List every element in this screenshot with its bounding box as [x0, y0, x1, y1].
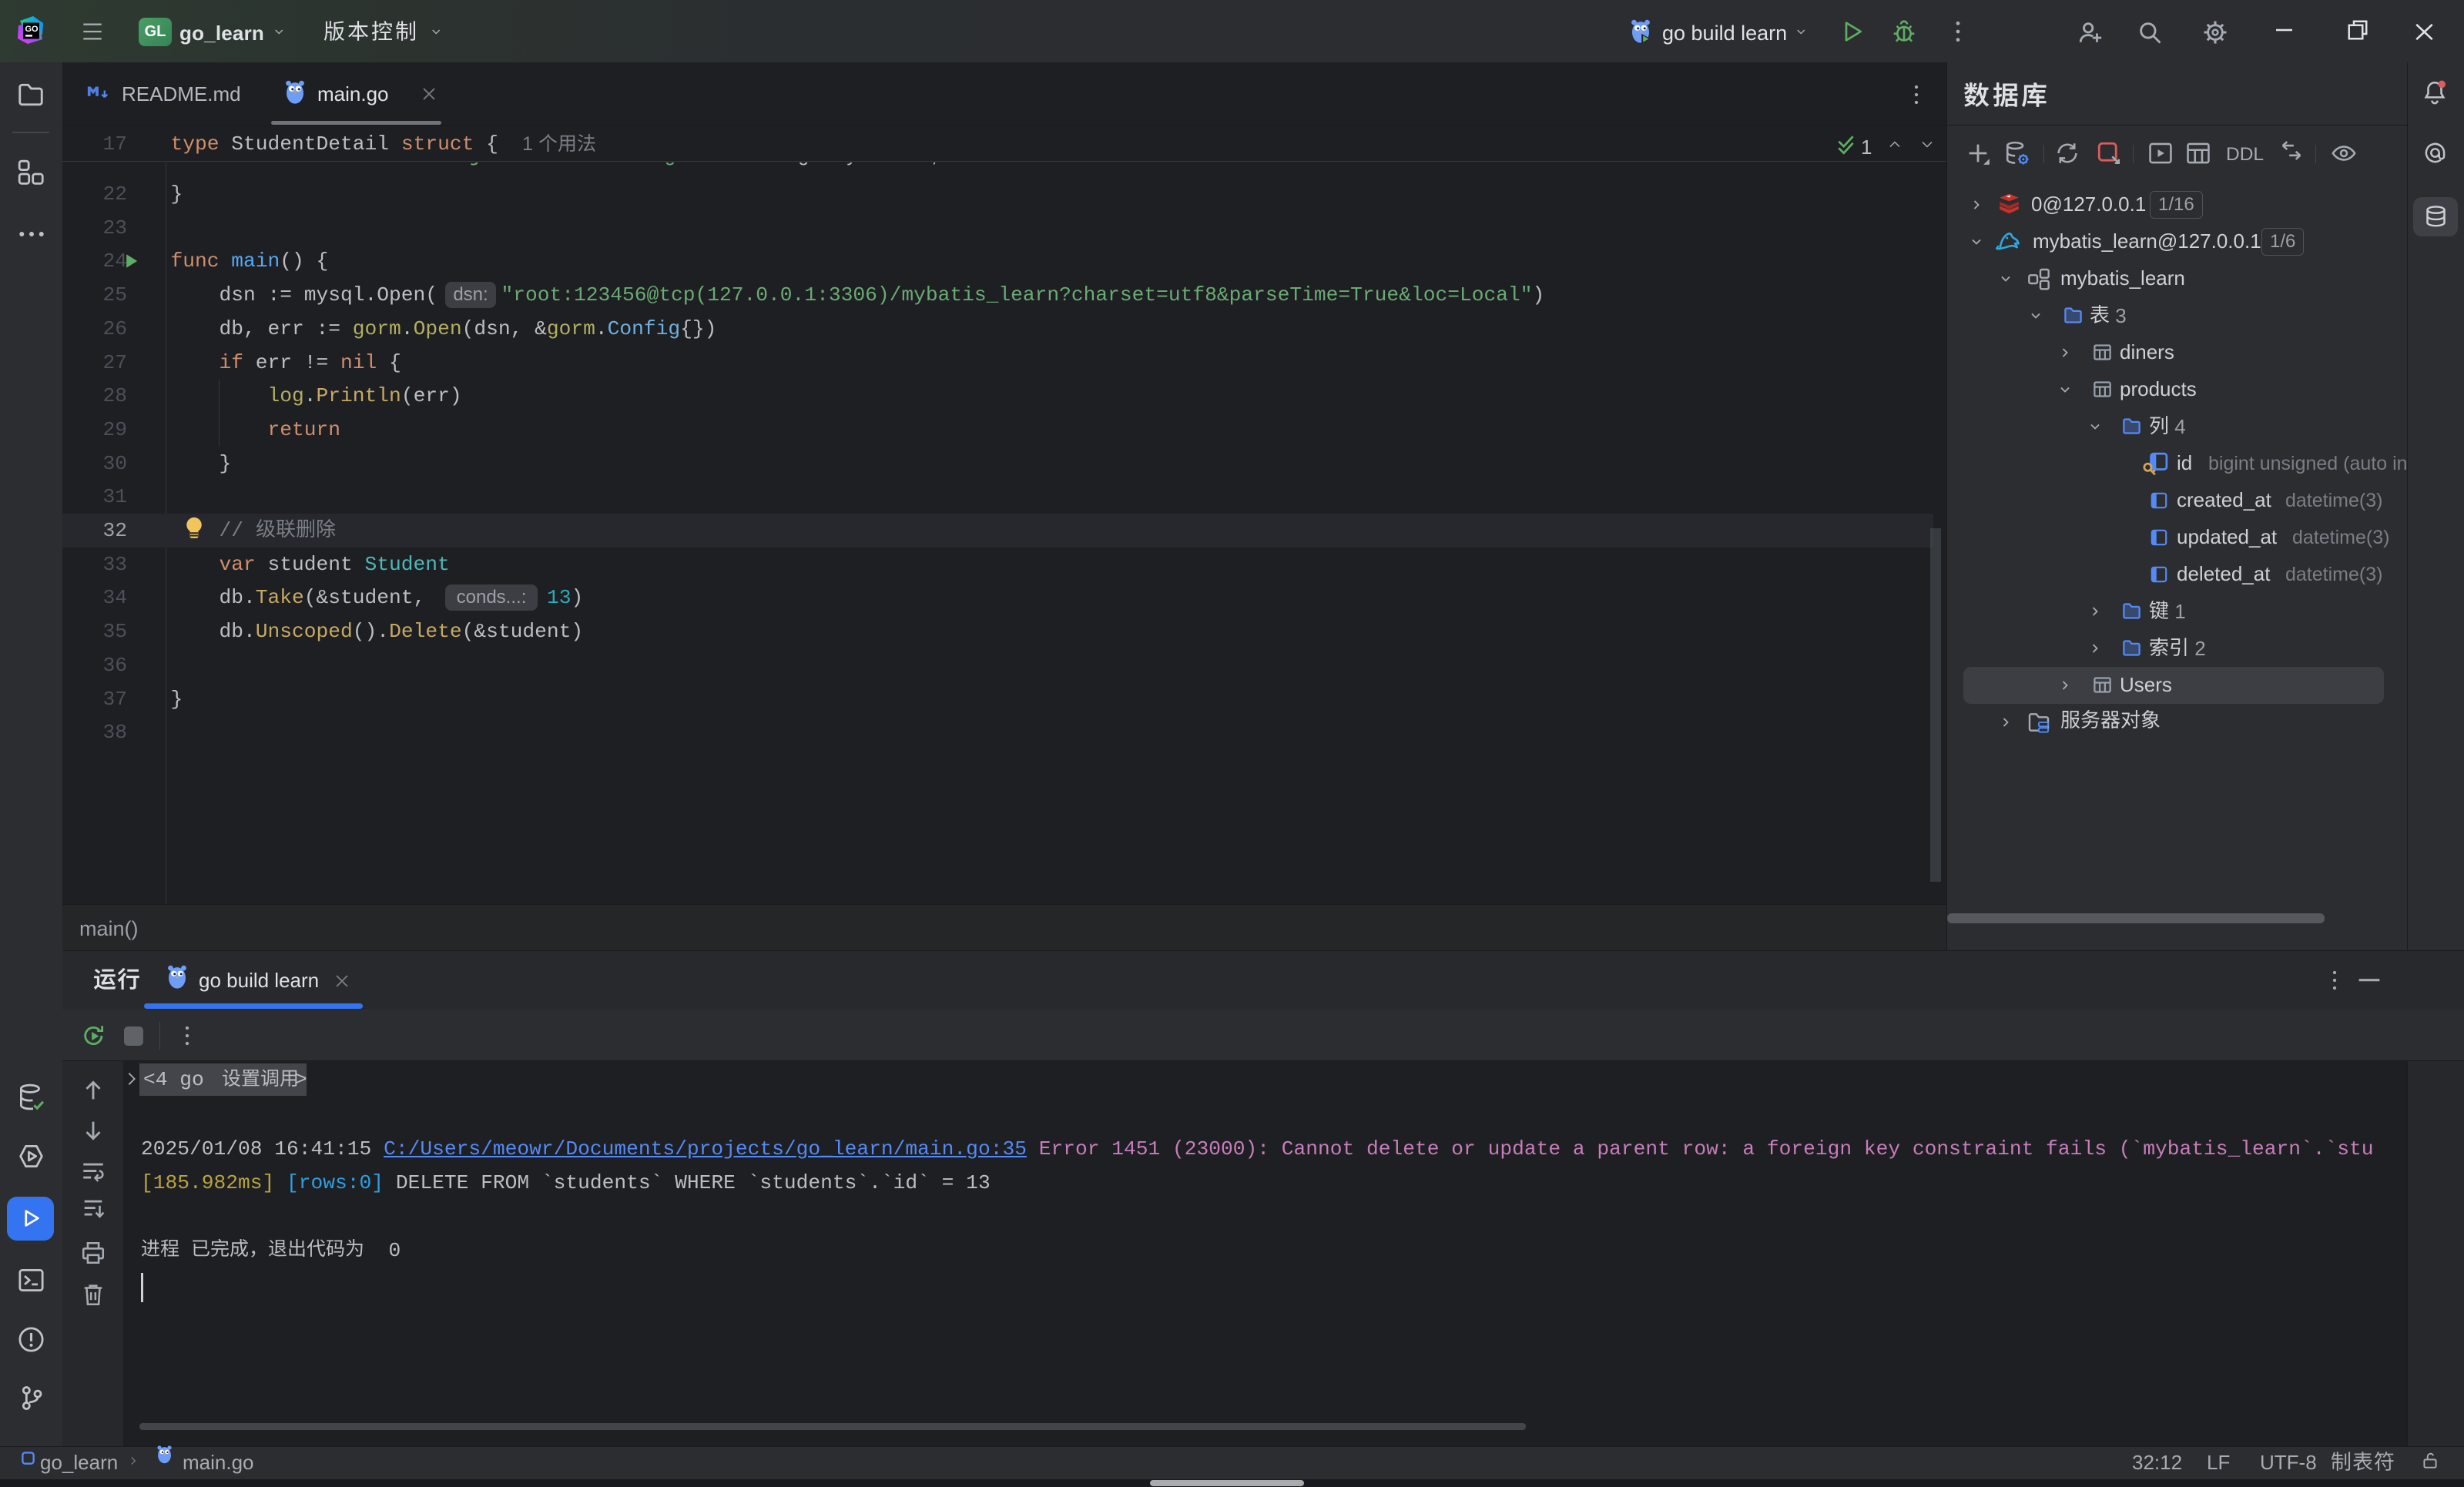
svg-text:GO: GO [25, 25, 39, 34]
